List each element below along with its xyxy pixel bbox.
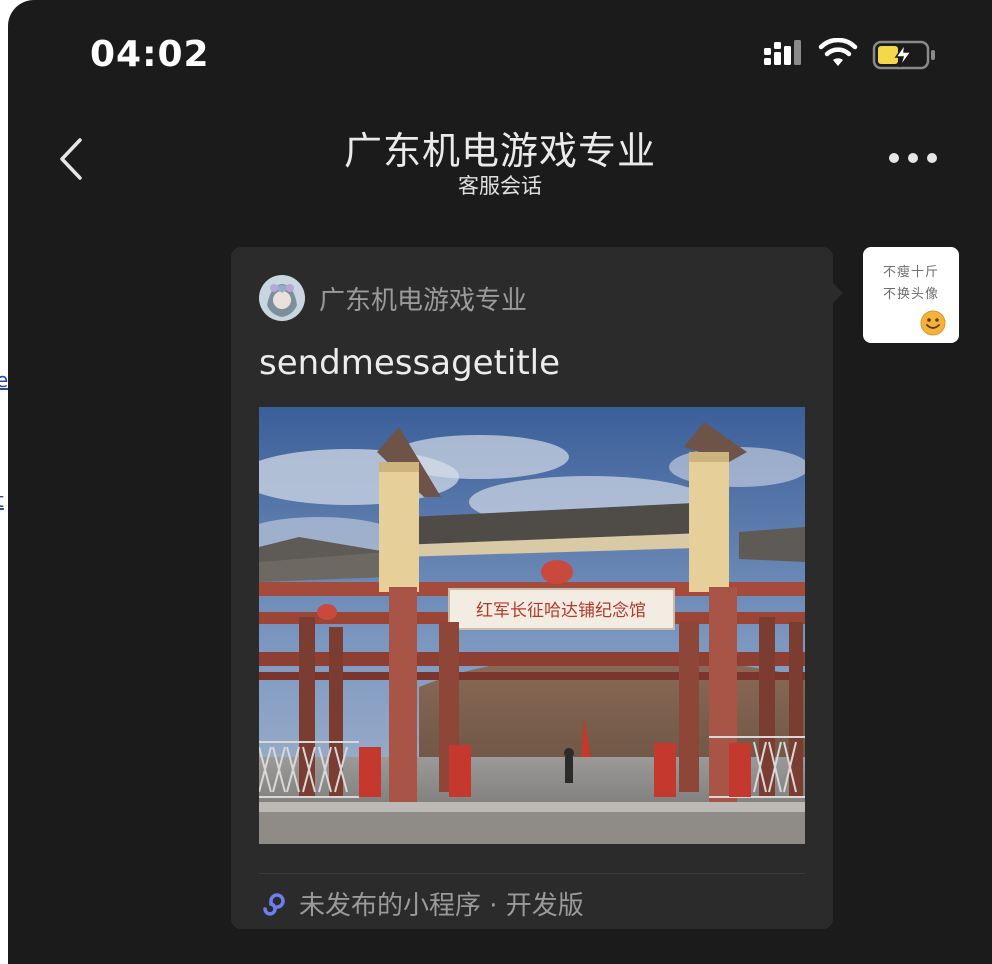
message-title: sendmessagetitle <box>259 343 561 383</box>
message-cover-image: 红军长征哈达铺纪念馆 <box>259 407 805 844</box>
bubble-tail <box>833 283 843 303</box>
mini-program-status: 未发布的小程序 · 开发版 <box>299 891 584 921</box>
anime-avatar-icon <box>259 275 305 321</box>
battery-charging-icon <box>872 40 935 70</box>
chat-screen: 04:02 广东机电游戏专业 客服会话 广东机电游戏专业 sendmessage… <box>8 0 992 964</box>
page-title: 广东机电游戏专业 <box>343 129 656 173</box>
source-name: 广东机电游戏专业 <box>319 286 528 316</box>
status-bar: 04:02 <box>8 0 992 110</box>
mini-program-message-card[interactable]: 广东机电游戏专业 sendmessagetitle 红军长征哈达铺纪念馆 未发布… <box>231 247 843 929</box>
navigation-bar: 广东机电游戏专业 客服会话 <box>8 110 992 210</box>
user-avatar[interactable]: 不瘦十斤 不换头像 <box>863 247 959 343</box>
source-avatar <box>259 275 305 321</box>
card-divider <box>259 873 805 874</box>
avatar-text-line-1: 不瘦十斤 <box>883 265 940 280</box>
page-subtitle: 客服会话 <box>458 174 542 198</box>
wifi-icon <box>818 38 858 66</box>
avatar-text-line-2: 不换头像 <box>883 287 940 302</box>
background-link-2[interactable]: t <box>0 488 4 512</box>
memorial-sign-text: 红军长征哈达铺纪念馆 <box>476 600 646 621</box>
status-time: 04:02 <box>90 34 210 75</box>
smiley-icon <box>920 310 946 336</box>
more-horizontal-icon[interactable] <box>888 150 938 166</box>
signal-icon <box>764 40 801 65</box>
mini-program-icon <box>263 893 285 916</box>
